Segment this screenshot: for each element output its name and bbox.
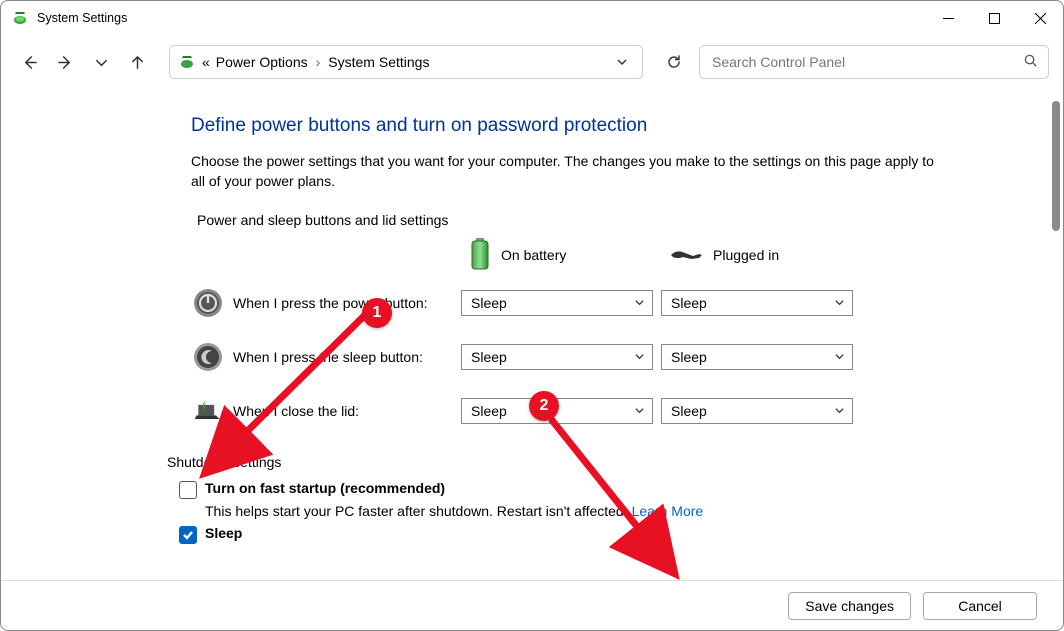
lid-row: When I close the lid: Sleep Sleep (191, 384, 1009, 438)
scrollbar-thumb[interactable] (1052, 101, 1060, 231)
lid-plugged-combo[interactable]: Sleep (661, 398, 853, 424)
page-title: Define power buttons and turn on passwor… (191, 115, 1009, 137)
titlebar: System Settings (1, 1, 1063, 35)
fast-startup-desc: This helps start your PC faster after sh… (167, 501, 1009, 519)
up-button[interactable] (123, 48, 151, 76)
breadcrumb-item-1[interactable]: Power Options (216, 54, 308, 70)
history-dropdown[interactable] (87, 48, 115, 76)
power-plugged-combo[interactable]: Sleep (661, 290, 853, 316)
app-icon (11, 9, 29, 27)
annotation-badge-2: 2 (529, 391, 559, 421)
bottom-bar: Save changes Cancel (1, 580, 1063, 630)
lid-label: When I close the lid: (233, 403, 359, 419)
laptop-lid-icon (193, 396, 223, 426)
search-bar[interactable] (699, 45, 1049, 79)
moon-icon (193, 342, 223, 372)
power-icon (193, 288, 223, 318)
sleep-button-label: When I press the sleep button: (233, 349, 423, 365)
sleep-option-label: Sleep (205, 525, 242, 541)
page-description: Choose the power settings that you want … (191, 151, 951, 192)
maximize-button[interactable] (971, 1, 1017, 35)
column-plugged-label: Plugged in (713, 247, 779, 263)
fast-startup-label: Turn on fast startup (recommended) (205, 480, 445, 496)
shutdown-settings-label: Shutdown settings (167, 454, 1009, 470)
window-controls (925, 1, 1063, 35)
fast-startup-checkbox[interactable] (179, 481, 197, 499)
window-title: System Settings (37, 11, 127, 25)
back-button[interactable] (15, 48, 43, 76)
vertical-scrollbar[interactable] (1049, 89, 1062, 580)
search-input[interactable] (710, 53, 1023, 71)
sleep-button-row: When I press the sleep button: Sleep Sle… (191, 330, 1009, 384)
plug-icon (669, 246, 703, 264)
forward-button[interactable] (51, 48, 79, 76)
sleep-battery-combo[interactable]: Sleep (461, 344, 653, 370)
column-battery-label: On battery (501, 247, 566, 263)
sleep-checkbox[interactable] (179, 526, 197, 544)
power-button-label: When I press the power button: (233, 295, 428, 311)
sleep-plugged-combo[interactable]: Sleep (661, 344, 853, 370)
power-table: On battery Plugged in (191, 234, 1009, 438)
section-power-buttons-label: Power and sleep buttons and lid settings (197, 212, 1009, 228)
save-button[interactable]: Save changes (788, 592, 911, 620)
search-icon[interactable] (1023, 53, 1038, 71)
close-button[interactable] (1017, 1, 1063, 35)
cancel-button[interactable]: Cancel (923, 592, 1037, 620)
refresh-button[interactable] (657, 45, 691, 79)
shutdown-section: Turn on fast startup (recommended) This … (167, 476, 1009, 546)
address-dropdown[interactable] (610, 50, 634, 74)
address-bar[interactable]: « Power Options › System Settings (169, 45, 643, 79)
breadcrumb-item-2[interactable]: System Settings (328, 54, 429, 70)
power-battery-combo[interactable]: Sleep (461, 290, 653, 316)
window: System Settings « Power Options › System… (0, 0, 1064, 631)
learn-more-link[interactable]: Learn More (632, 503, 704, 519)
chevron-right-icon: › (314, 54, 323, 70)
breadcrumb-prefix: « (202, 54, 210, 70)
annotation-badge-1: 1 (362, 298, 392, 328)
minimize-button[interactable] (925, 1, 971, 35)
content-area: Define power buttons and turn on passwor… (1, 89, 1063, 580)
address-bar-icon (178, 53, 196, 71)
power-button-row: When I press the power button: Sleep Sle… (191, 276, 1009, 330)
toolbar: « Power Options › System Settings (1, 35, 1063, 89)
battery-icon (469, 238, 491, 272)
